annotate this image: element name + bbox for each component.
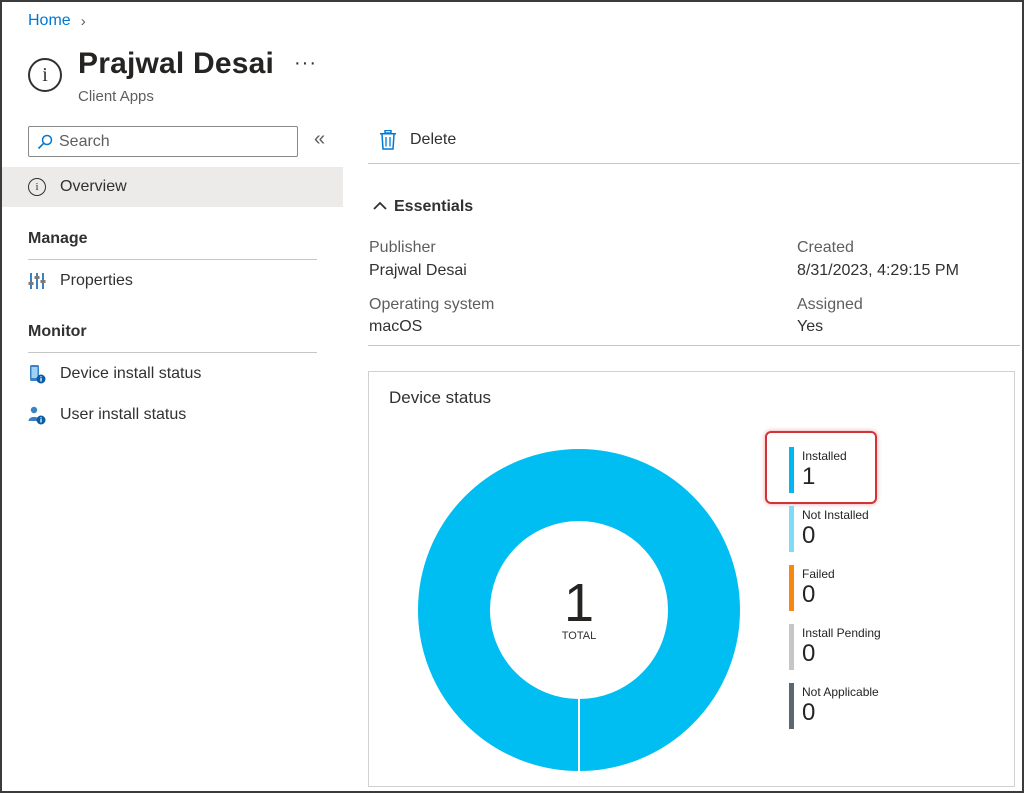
essentials-toggle[interactable]: Essentials xyxy=(373,198,473,216)
search-placeholder: Search xyxy=(59,132,110,150)
more-actions-button[interactable]: ··· xyxy=(294,52,317,75)
sidebar-item-label: User install status xyxy=(60,406,187,423)
legend-swatch xyxy=(789,683,794,729)
legend-count: 0 xyxy=(802,640,816,667)
sidebar-item-label: Overview xyxy=(60,178,127,195)
sidebar-item-overview[interactable]: i Overview xyxy=(2,167,343,207)
sidebar-item-label: Properties xyxy=(60,272,133,289)
legend-item-not-applicable[interactable]: Not Applicable 0 xyxy=(789,683,879,729)
legend-label: Install Pending xyxy=(802,626,881,640)
assigned-value: Yes xyxy=(797,318,824,335)
collapse-sidebar-button[interactable]: « xyxy=(314,128,325,151)
sidebar-item-label: Device install status xyxy=(60,365,202,382)
manage-heading: Manage xyxy=(28,230,88,247)
total-count: 1 xyxy=(563,573,595,633)
info-icon: i xyxy=(28,178,46,196)
os-value: macOS xyxy=(369,318,423,335)
delete-label: Delete xyxy=(410,131,457,148)
legend-swatch xyxy=(789,624,794,670)
legend-item-installed[interactable]: Installed 1 xyxy=(789,447,847,493)
page-subtitle: Client Apps xyxy=(78,88,154,105)
breadcrumb: Home › xyxy=(28,12,86,30)
breadcrumb-chevron-icon: › xyxy=(80,12,86,30)
device-status-card[interactable]: Device status 1 TOTAL Installed 1 Not In… xyxy=(368,371,1015,787)
assigned-label: Assigned xyxy=(797,296,863,313)
total-label: TOTAL xyxy=(561,630,597,642)
monitor-heading: Monitor xyxy=(28,323,87,340)
created-value: 8/31/2023, 4:29:15 PM xyxy=(797,262,959,279)
divider xyxy=(28,259,317,260)
info-icon: i xyxy=(28,58,62,92)
delete-button[interactable]: Delete xyxy=(379,130,456,150)
legend-item-install-pending[interactable]: Install Pending 0 xyxy=(789,624,881,670)
divider xyxy=(368,163,1020,164)
legend-count: 0 xyxy=(802,581,816,608)
page-title: Prajwal Desai xyxy=(78,47,275,80)
divider xyxy=(368,345,1020,346)
legend-label: Installed xyxy=(802,449,847,463)
publisher-label: Publisher xyxy=(369,239,436,256)
search-input[interactable]: Search xyxy=(28,126,298,157)
legend-count: 0 xyxy=(802,522,816,549)
legend-label: Not Applicable xyxy=(802,685,879,699)
essentials-heading: Essentials xyxy=(394,198,474,215)
legend-item-failed[interactable]: Failed 0 xyxy=(789,565,835,611)
properties-icon xyxy=(28,273,46,289)
device-icon xyxy=(30,365,46,384)
search-icon xyxy=(37,134,53,149)
trash-icon xyxy=(380,130,396,150)
legend-count: 0 xyxy=(802,699,816,726)
legend-swatch xyxy=(789,506,794,552)
chevron-up-icon xyxy=(373,198,387,216)
legend-swatch xyxy=(789,447,794,493)
sidebar-item-properties[interactable]: Properties xyxy=(28,271,133,291)
created-label: Created xyxy=(797,239,854,256)
breadcrumb-home-link[interactable]: Home xyxy=(28,12,71,30)
card-title: Device status xyxy=(389,388,492,407)
divider xyxy=(28,352,317,353)
publisher-value: Prajwal Desai xyxy=(369,262,467,279)
legend-label: Not Installed xyxy=(802,508,869,522)
os-label: Operating system xyxy=(369,296,495,313)
user-icon xyxy=(28,406,46,425)
legend-item-not-installed[interactable]: Not Installed 0 xyxy=(789,506,869,552)
legend-swatch xyxy=(789,565,794,611)
legend-label: Failed xyxy=(802,567,835,581)
sidebar-item-device-install-status[interactable]: Device install status xyxy=(28,364,201,384)
legend-count: 1 xyxy=(802,463,816,490)
sidebar-item-user-install-status[interactable]: User install status xyxy=(28,405,186,425)
